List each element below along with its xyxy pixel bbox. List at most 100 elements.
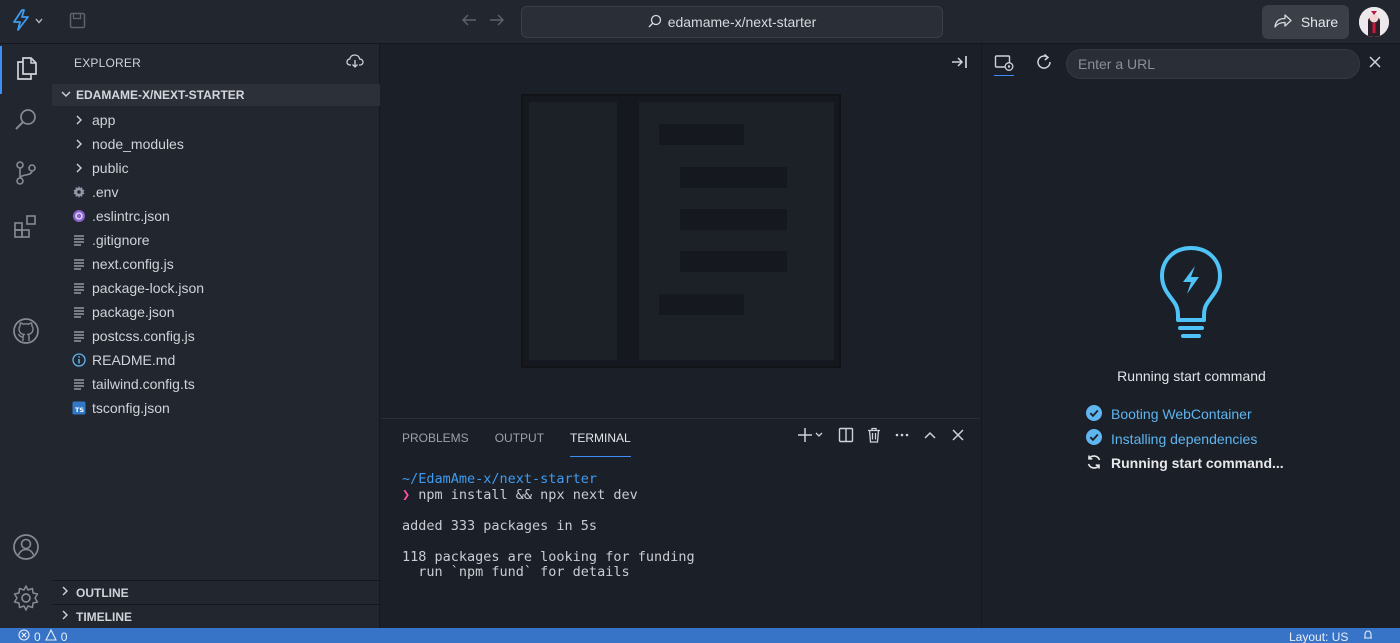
tree-item-label: tailwind.config.ts: [92, 376, 195, 392]
tree-file[interactable]: TS tsconfig.json: [52, 396, 380, 420]
terminal-output[interactable]: ~/EdamAme-x/next-starter ❯ npm install &&…: [402, 471, 695, 581]
tree-item-label: .env: [92, 184, 119, 200]
share-icon: [1273, 13, 1293, 32]
boot-steps: Booting WebContainer Installing dependen…: [1086, 402, 1284, 476]
device-preview-button[interactable]: [994, 54, 1014, 76]
file-lines-icon: [72, 329, 86, 343]
arrow-left-icon: [461, 13, 477, 32]
tree-folder[interactable]: public: [52, 156, 380, 180]
reload-button[interactable]: [1034, 53, 1054, 76]
activity-source-control[interactable]: [0, 151, 52, 199]
top-bar: edamame-x/next-starter Share: [0, 0, 1400, 44]
tab-terminal[interactable]: TERMINAL: [570, 419, 631, 457]
tree-file[interactable]: postcss.config.js: [52, 324, 380, 348]
outline-section[interactable]: OUTLINE: [52, 580, 380, 604]
user-avatar[interactable]: [1359, 7, 1389, 37]
back-button[interactable]: [459, 12, 479, 32]
check-circle-icon: [1086, 404, 1102, 424]
tree-folder[interactable]: node_modules: [52, 132, 380, 156]
new-terminal-button[interactable]: [796, 427, 826, 448]
tree-file[interactable]: package-lock.json: [52, 276, 380, 300]
activity-extensions[interactable]: [0, 205, 52, 253]
toggle-preview-button[interactable]: [950, 54, 970, 74]
terminal-command: npm install && npx next dev: [410, 486, 638, 503]
bell-icon[interactable]: [1362, 629, 1374, 643]
warning-icon: [44, 628, 57, 643]
tree-item-label: public: [92, 160, 129, 176]
error-count: 0: [34, 629, 41, 643]
panel-right-icon: [951, 54, 969, 75]
tree-file[interactable]: .gitignore: [52, 228, 380, 252]
tree-file[interactable]: .env: [52, 180, 380, 204]
tree-item-label: package-lock.json: [92, 280, 205, 296]
tree-item-label: node_modules: [92, 136, 184, 152]
forward-button[interactable]: [487, 12, 507, 32]
refresh-icon: [1035, 53, 1053, 76]
warning-count: 0: [60, 629, 68, 643]
folder-header[interactable]: EDAMAME-X/NEXT-STARTER: [52, 84, 380, 106]
explorer-sidebar: EXPLORER EDAMAME-X/NEXT-STARTER app node_…: [52, 44, 380, 628]
tree-file[interactable]: next.config.js: [52, 252, 380, 276]
preview-pane: Running start command Booting WebContain…: [981, 44, 1400, 628]
save-button[interactable]: [66, 12, 88, 34]
tab-problems[interactable]: PROBLEMS: [402, 419, 469, 457]
app-menu-button[interactable]: [10, 8, 50, 34]
file-lines-icon: [72, 257, 86, 271]
activity-settings[interactable]: [0, 576, 52, 624]
github-icon: [12, 317, 40, 350]
tree-file[interactable]: package.json: [52, 300, 380, 324]
plus-icon: [797, 427, 825, 448]
tree-file[interactable]: .eslintrc.json: [52, 204, 380, 228]
split-terminal-button[interactable]: [838, 427, 854, 445]
gear-icon: [12, 584, 40, 617]
eslint-icon: [72, 209, 86, 223]
device-icon: [994, 54, 1014, 77]
editor-area: [381, 44, 980, 418]
activity-explorer[interactable]: [0, 46, 52, 94]
svg-text:TS: TS: [75, 406, 84, 414]
explorer-header: EXPLORER: [52, 44, 380, 82]
problems-status[interactable]: 0 0: [18, 628, 68, 643]
bottom-panel: PROBLEMS OUTPUT TERMINAL ~/EdamAme-x/nex…: [381, 418, 980, 628]
tree-item-label: package.json: [92, 304, 175, 320]
spinner-icon: [1086, 454, 1102, 473]
tree-item-label: tsconfig.json: [92, 400, 170, 416]
activity-github[interactable]: [0, 309, 52, 357]
close-panel-button[interactable]: [950, 428, 966, 445]
step-item: Running start command...: [1086, 451, 1284, 476]
url-input[interactable]: [1066, 49, 1360, 79]
account-icon: [12, 533, 40, 566]
close-preview-button[interactable]: [1365, 54, 1385, 74]
chevron-right-icon: [60, 609, 70, 624]
timeline-section[interactable]: TIMELINE: [52, 604, 380, 628]
tree-item-label: next.config.js: [92, 256, 174, 272]
kill-terminal-button[interactable]: [866, 427, 882, 448]
address-bar[interactable]: edamame-x/next-starter: [521, 6, 943, 38]
tree-file[interactable]: README.md: [52, 348, 380, 372]
more-actions-button[interactable]: [894, 429, 910, 445]
tree-item-label: app: [92, 112, 116, 128]
download-button[interactable]: [345, 53, 365, 72]
activity-accounts[interactable]: [0, 525, 52, 573]
tab-output[interactable]: OUTPUT: [495, 419, 544, 457]
file-tree: app node_modulespublic .env .eslintrc.json.…: [52, 108, 380, 420]
gear-icon: [72, 185, 86, 199]
tree-item-label: postcss.config.js: [92, 328, 195, 344]
files-icon: [13, 54, 41, 87]
chevron-up-icon: [922, 427, 938, 448]
maximize-panel-button[interactable]: [922, 429, 938, 445]
tree-file[interactable]: tailwind.config.ts: [52, 372, 380, 396]
file-lines-icon: [72, 281, 86, 295]
terminal-path: ~/EdamAme-x/next-starter: [402, 471, 598, 487]
chevron-right-icon: [72, 137, 86, 151]
outline-label: OUTLINE: [76, 585, 129, 600]
error-icon: [18, 629, 30, 643]
trash-icon: [866, 427, 882, 448]
run-status-title: Running start command: [1117, 368, 1266, 384]
share-button[interactable]: Share: [1262, 5, 1349, 39]
arrow-right-icon: [489, 13, 505, 32]
step-label: Booting WebContainer: [1111, 406, 1252, 423]
activity-search[interactable]: [0, 98, 52, 146]
keyboard-layout[interactable]: Layout: US: [1289, 630, 1348, 643]
tree-folder[interactable]: app: [52, 108, 380, 132]
